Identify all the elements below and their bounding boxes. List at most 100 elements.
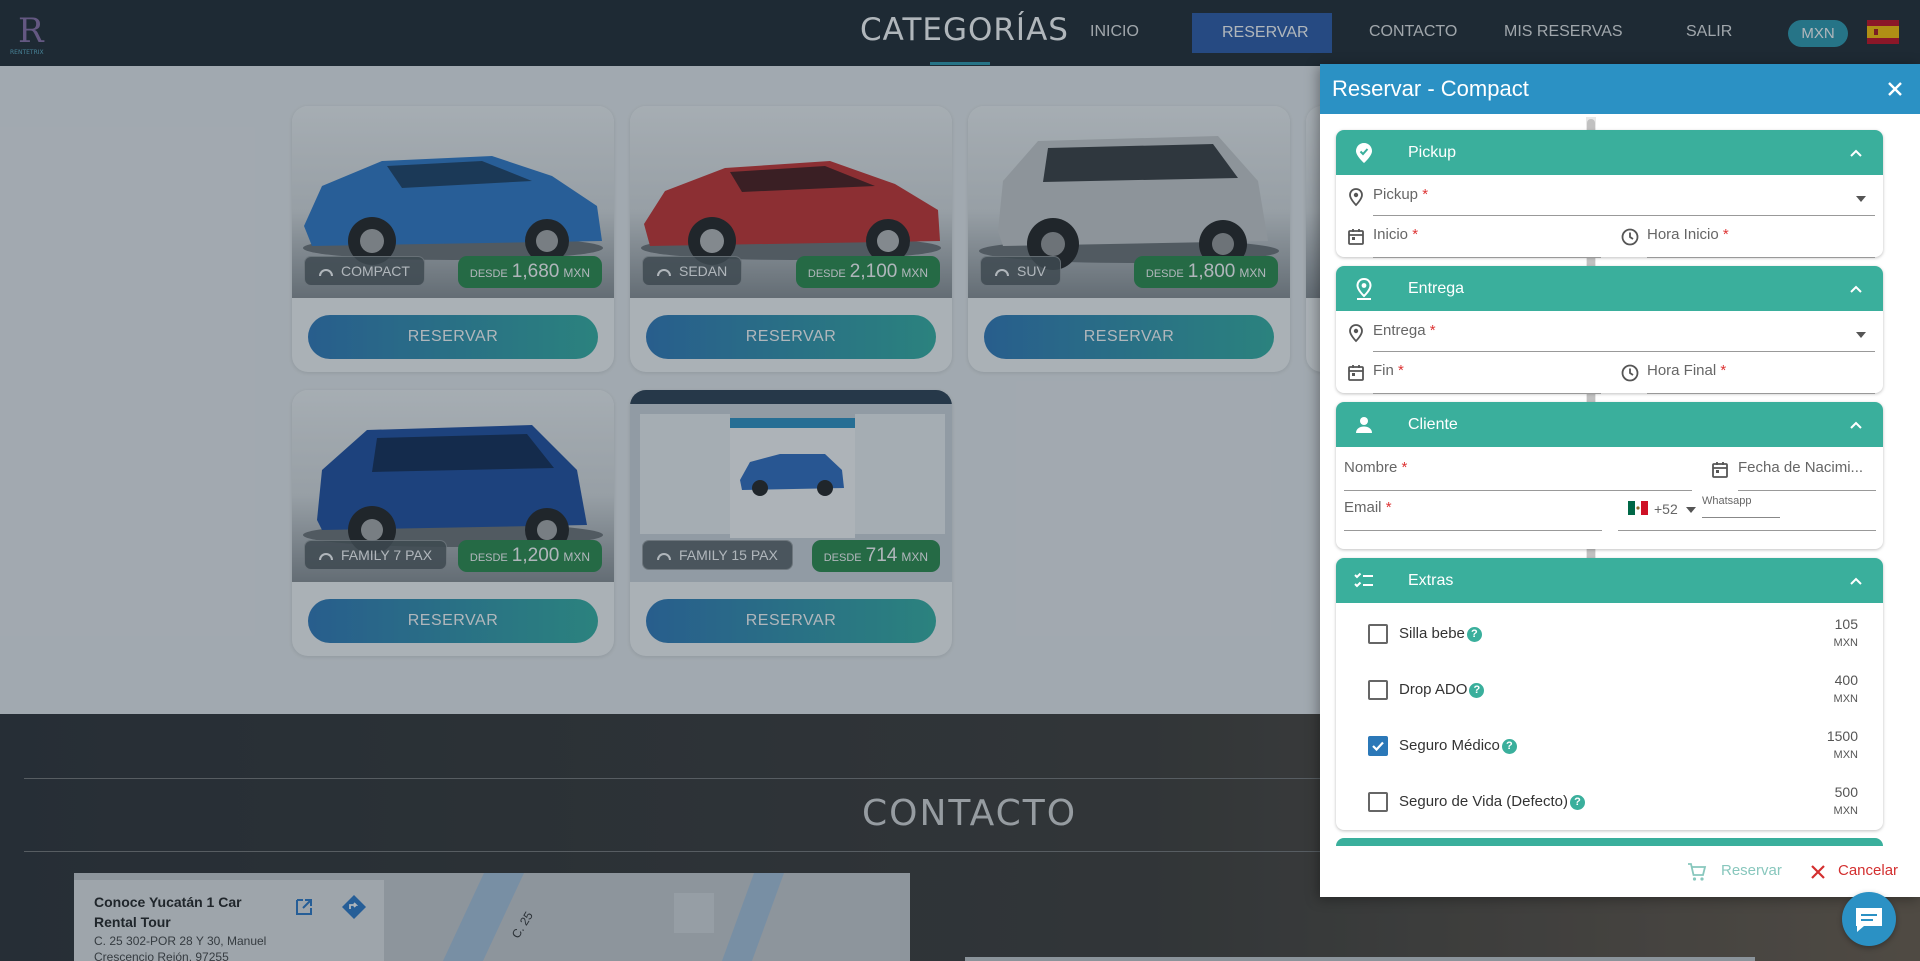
extra-price: 500 bbox=[1834, 784, 1858, 800]
cart-icon[interactable] bbox=[1686, 861, 1708, 883]
required-mark: * bbox=[1429, 322, 1436, 339]
cliente-name-label: Nombre * bbox=[1344, 459, 1407, 476]
location-pin-icon bbox=[1349, 324, 1363, 343]
close-icon[interactable] bbox=[1880, 74, 1910, 104]
dropdown-arrow-icon bbox=[1856, 196, 1866, 202]
help-icon[interactable]: ? bbox=[1501, 738, 1517, 754]
extra-currency: MXN bbox=[1833, 637, 1858, 649]
extra-label-text: Drop ADO bbox=[1399, 681, 1468, 698]
person-icon bbox=[1356, 417, 1372, 433]
required-mark: * bbox=[1385, 499, 1392, 516]
clock-icon bbox=[1621, 364, 1639, 382]
required-mark: * bbox=[1412, 226, 1419, 243]
checkmark-icon bbox=[1372, 741, 1384, 752]
cliente-section-header[interactable]: Cliente bbox=[1336, 402, 1883, 447]
chevron-up-icon[interactable] bbox=[1846, 571, 1866, 591]
field-underline bbox=[1647, 393, 1875, 394]
required-mark: * bbox=[1398, 362, 1404, 379]
cliente-section-title: Cliente bbox=[1408, 416, 1458, 433]
extra-checkbox[interactable] bbox=[1368, 792, 1388, 812]
extra-label: Seguro de Vida (Defecto)? bbox=[1399, 793, 1585, 810]
pin-drop-icon bbox=[1356, 277, 1372, 300]
chat-button[interactable] bbox=[1842, 892, 1896, 946]
next-section-header[interactable] bbox=[1336, 838, 1883, 846]
entrega-end-time[interactable]: Hora Final * bbox=[1647, 362, 1875, 394]
phone-mask bbox=[1702, 517, 1780, 518]
field-underline bbox=[1618, 530, 1876, 531]
cliente-whatsapp-input[interactable]: +52 Whatsapp bbox=[1618, 495, 1876, 531]
calendar-icon[interactable] bbox=[1710, 460, 1730, 480]
dialog-header: Reservar - Compact bbox=[1320, 64, 1920, 114]
extra-label-text: Silla bebe bbox=[1399, 625, 1465, 642]
field-underline bbox=[1373, 257, 1601, 258]
cliente-birth-label: Fecha de Nacimi... bbox=[1738, 459, 1864, 476]
entrega-time-label: Hora Final * bbox=[1647, 362, 1726, 379]
required-mark: * bbox=[1722, 226, 1729, 243]
extras-section-title: Extras bbox=[1408, 572, 1454, 589]
entrega-time-text: Hora Final bbox=[1647, 362, 1717, 379]
extra-checkbox[interactable] bbox=[1368, 624, 1388, 644]
chevron-up-icon[interactable] bbox=[1846, 279, 1866, 299]
field-underline bbox=[1738, 490, 1876, 491]
help-icon[interactable]: ? bbox=[1466, 626, 1482, 642]
extra-price: 1500 bbox=[1826, 728, 1858, 744]
pickup-start-text: Inicio bbox=[1373, 226, 1409, 243]
extra-label: Silla bebe? bbox=[1399, 625, 1482, 642]
pickup-start-time[interactable]: Hora Inicio * bbox=[1647, 226, 1875, 258]
whatsapp-label: Whatsapp bbox=[1702, 495, 1752, 507]
cancelar-button[interactable]: Cancelar bbox=[1838, 862, 1898, 879]
required-mark: * bbox=[1422, 186, 1429, 203]
extra-checkbox[interactable] bbox=[1368, 680, 1388, 700]
cancel-x-icon[interactable] bbox=[1808, 862, 1828, 882]
pickup-start-date[interactable]: Inicio * bbox=[1373, 226, 1601, 258]
entrega-end-label: Fin * bbox=[1373, 362, 1404, 379]
pickup-location-label: Pickup * bbox=[1373, 186, 1428, 203]
cliente-email-text: Email bbox=[1344, 499, 1382, 516]
dropdown-arrow-icon[interactable] bbox=[1686, 507, 1696, 513]
pickup-time-text: Hora Inicio bbox=[1647, 226, 1719, 243]
dropdown-arrow-icon bbox=[1856, 332, 1866, 338]
location-pin-icon bbox=[1349, 188, 1363, 207]
cliente-email-input[interactable]: Email * bbox=[1344, 499, 1602, 531]
calendar-icon bbox=[1348, 229, 1364, 245]
cliente-email-label: Email * bbox=[1344, 499, 1392, 516]
cliente-name-input[interactable]: Nombre * bbox=[1344, 459, 1692, 491]
cliente-birthdate-input[interactable]: Fecha de Nacimi... bbox=[1738, 459, 1876, 491]
mexico-flag-icon[interactable] bbox=[1628, 501, 1648, 515]
pickup-section-title: Pickup bbox=[1408, 144, 1457, 161]
required-mark: * bbox=[1401, 459, 1408, 476]
extra-price: 400 bbox=[1834, 672, 1858, 688]
reservar-submit-button[interactable]: Reservar bbox=[1721, 862, 1782, 879]
extras-section-header[interactable]: Extras bbox=[1336, 558, 1883, 603]
dialog-title: Reservar - Compact bbox=[1332, 76, 1529, 101]
entrega-end-text: Fin bbox=[1373, 362, 1394, 379]
field-underline bbox=[1647, 257, 1875, 258]
cliente-name-text: Nombre bbox=[1344, 459, 1398, 476]
phone-country-code[interactable]: +52 bbox=[1654, 501, 1678, 517]
pickup-location-select[interactable]: Pickup * bbox=[1373, 186, 1875, 216]
checklist-icon bbox=[1354, 572, 1373, 588]
pickup-start-label: Inicio * bbox=[1373, 226, 1418, 243]
extra-label: Seguro Médico? bbox=[1399, 737, 1517, 754]
field-underline bbox=[1344, 530, 1602, 531]
clock-icon bbox=[1621, 228, 1639, 246]
extra-label-text: Seguro de Vida (Defecto) bbox=[1399, 793, 1568, 810]
field-underline bbox=[1344, 490, 1692, 491]
help-icon[interactable]: ? bbox=[1570, 794, 1585, 810]
extra-currency: MXN bbox=[1833, 693, 1858, 705]
pickup-section-header[interactable]: Pickup bbox=[1336, 130, 1883, 175]
chevron-up-icon[interactable] bbox=[1846, 143, 1866, 163]
entrega-end-date[interactable]: Fin * bbox=[1373, 362, 1601, 394]
field-underline bbox=[1373, 351, 1875, 352]
entrega-section-title: Entrega bbox=[1408, 280, 1465, 297]
pickup-time-label: Hora Inicio * bbox=[1647, 226, 1729, 243]
entrega-section-header[interactable]: Entrega bbox=[1336, 266, 1883, 311]
extra-checkbox-checked[interactable] bbox=[1368, 736, 1388, 756]
entrega-location-text: Entrega bbox=[1373, 322, 1426, 339]
entrega-location-select[interactable]: Entrega * bbox=[1373, 322, 1875, 352]
chevron-up-icon[interactable] bbox=[1846, 415, 1866, 435]
extra-label: Drop ADO? bbox=[1399, 681, 1485, 698]
verified-pin-icon bbox=[1356, 143, 1372, 163]
help-icon[interactable]: ? bbox=[1469, 682, 1485, 698]
field-underline bbox=[1373, 215, 1875, 216]
